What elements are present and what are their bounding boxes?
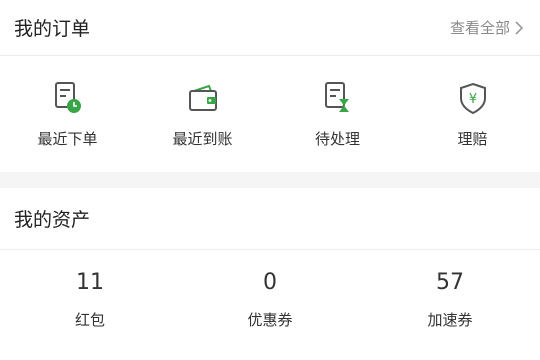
orders-title: 我的订单 xyxy=(14,18,91,40)
asset-item-coupons[interactable]: 0 优惠券 xyxy=(180,250,360,360)
view-all-link[interactable]: 查看全部 xyxy=(450,17,524,38)
order-item-claims[interactable]: ¥ 理赔 xyxy=(405,56,540,172)
asset-label: 优惠券 xyxy=(247,311,293,329)
assets-grid: 11 红包 0 优惠券 57 加速券 xyxy=(0,250,540,360)
orders-grid: 最近下单 最近到账 待处理 ¥ 理赔 xyxy=(0,56,540,172)
view-all-label: 查看全部 xyxy=(449,19,510,37)
wallet-icon xyxy=(183,78,223,118)
orders-card: 我的订单 查看全部 最近下单 最近到账 待处理 ¥ 理赔 xyxy=(0,0,540,172)
assets-title: 我的资产 xyxy=(14,209,91,231)
doc-clock-icon xyxy=(48,78,88,118)
assets-header: 我的资产 xyxy=(0,188,540,250)
asset-item-speedup-coupons[interactable]: 57 加速券 xyxy=(360,250,540,360)
asset-label: 红包 xyxy=(74,311,105,329)
order-item-recent-arrivals[interactable]: 最近到账 xyxy=(135,56,270,172)
asset-value: 57 xyxy=(436,270,464,295)
order-item-label: 理赔 xyxy=(457,130,488,148)
asset-label: 加速券 xyxy=(427,311,473,329)
order-item-label: 最近到账 xyxy=(172,130,233,148)
orders-header: 我的订单 查看全部 xyxy=(0,0,540,56)
section-divider xyxy=(0,172,540,188)
chevron-right-icon xyxy=(515,20,524,35)
order-item-label: 待处理 xyxy=(314,130,360,148)
assets-card: 我的资产 11 红包 0 优惠券 57 加速券 xyxy=(0,188,540,360)
order-item-label: 最近下单 xyxy=(37,130,98,148)
asset-value: 0 xyxy=(263,270,277,295)
asset-item-red-packet[interactable]: 11 红包 xyxy=(0,250,180,360)
asset-value: 11 xyxy=(76,270,104,295)
order-item-pending[interactable]: 待处理 xyxy=(270,56,405,172)
shield-yen-icon: ¥ xyxy=(453,78,493,118)
svg-text:¥: ¥ xyxy=(468,92,476,107)
doc-hourglass-icon xyxy=(318,78,358,118)
order-item-recent-orders[interactable]: 最近下单 xyxy=(0,56,135,172)
